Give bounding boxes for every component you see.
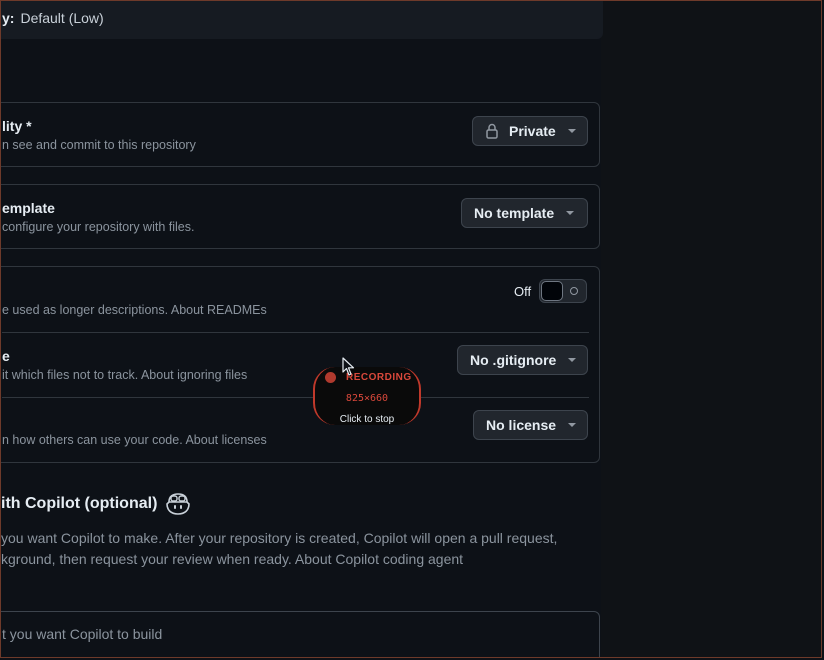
copilot-prompt-placeholder: t you want Copilot to build xyxy=(2,626,163,642)
template-description: configure your repository with files. xyxy=(2,220,195,234)
template-select-label: No template xyxy=(474,205,555,221)
visibility-card: lity * n see and commit to this reposito… xyxy=(1,102,600,167)
visibility-title: lity * xyxy=(2,118,32,134)
divider xyxy=(2,332,589,333)
triangle-down-icon xyxy=(568,358,577,362)
license-description: n how others can use your code. About li… xyxy=(2,433,267,447)
visibility-description: n see and commit to this repository xyxy=(2,138,196,152)
right-margin xyxy=(601,1,821,657)
triangle-down-icon xyxy=(567,129,576,133)
recording-stop-hint: Click to stop xyxy=(339,414,395,425)
gitignore-description: it which files not to track. About ignor… xyxy=(2,368,248,382)
triangle-down-icon xyxy=(566,211,575,215)
record-dot-icon xyxy=(325,372,336,383)
divider xyxy=(2,397,589,398)
policy-bar: y: Default (Low) xyxy=(1,1,603,39)
readme-toggle[interactable] xyxy=(539,279,587,303)
visibility-select-button[interactable]: Private xyxy=(472,116,588,146)
policy-text: y: Default (Low) xyxy=(2,10,104,26)
copilot-icon xyxy=(165,493,191,515)
license-select-label: No license xyxy=(486,417,557,433)
policy-key: y: xyxy=(2,10,15,26)
copilot-description-line2: kground, then request your review when r… xyxy=(1,551,464,567)
toggle-knob xyxy=(541,281,563,301)
recording-size: 825×660 xyxy=(345,393,389,404)
toggle-off-icon xyxy=(570,287,578,295)
copilot-heading-text: ith Copilot (optional) xyxy=(1,495,158,512)
copilot-description-line1: you want Copilot to make. After your rep… xyxy=(1,530,558,546)
gitignore-title: e xyxy=(2,348,10,364)
template-title: emplate xyxy=(2,200,55,216)
license-select-button[interactable]: No license xyxy=(473,410,588,440)
gitignore-select-label: No .gitignore xyxy=(470,352,557,368)
copilot-heading: ith Copilot (optional) xyxy=(1,493,191,515)
visibility-select-label: Private xyxy=(509,123,556,139)
gitignore-select-button[interactable]: No .gitignore xyxy=(457,345,588,375)
recording-indicator[interactable]: RECORDING 825×660 Click to stop xyxy=(313,367,421,425)
readme-description: e used as longer descriptions. About REA… xyxy=(2,303,267,317)
lock-icon xyxy=(485,123,499,139)
template-select-button[interactable]: No template xyxy=(461,198,588,228)
triangle-down-icon xyxy=(568,423,577,427)
copilot-prompt-input[interactable]: t you want Copilot to build xyxy=(1,611,600,657)
policy-value: Default (Low) xyxy=(20,10,104,26)
mouse-pointer-icon xyxy=(342,357,356,382)
readme-toggle-label: Off xyxy=(514,284,532,299)
template-card: emplate configure your repository with f… xyxy=(1,184,600,249)
app-window: y: Default (Low) lity * n see and commit … xyxy=(0,0,822,658)
repo-files-card: e used as longer descriptions. About REA… xyxy=(1,266,600,463)
